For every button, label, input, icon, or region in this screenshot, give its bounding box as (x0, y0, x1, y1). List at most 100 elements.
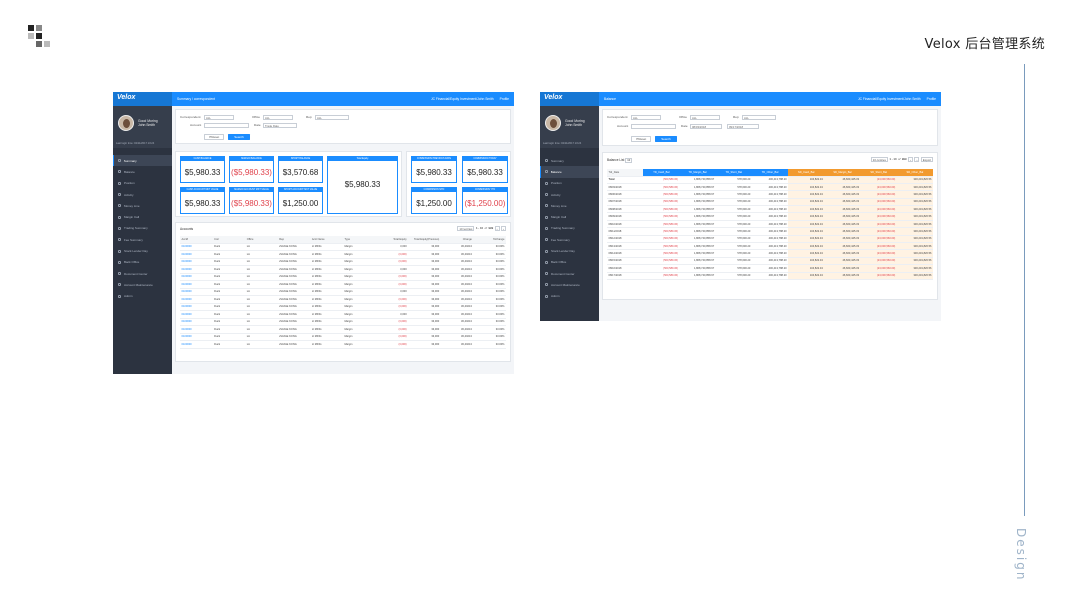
column-header[interactable]: Rep (277, 236, 311, 244)
account-link[interactable]: 0100000 (180, 333, 213, 341)
table-row[interactable]: 0100000 Duck LA ZHUGE KONG LI MING Margin 3,00… (180, 243, 506, 251)
account-link[interactable]: 0100000 (180, 318, 213, 326)
column-header[interactable]: Acct Name (310, 236, 343, 244)
sidebar-item-activity[interactable]: Activity (113, 189, 172, 200)
date-select[interactable]: Trade Date (263, 123, 297, 128)
sidebar-item-balance[interactable]: Balance (540, 166, 599, 178)
prev-page-button[interactable]: ‹ (494, 226, 500, 231)
table-row[interactable]: 0100000 Duck LA ZHUGE KONG LI MING Margin (3,0… (180, 280, 506, 289)
column-header[interactable]: SD_Short_Bal (860, 169, 897, 177)
office-select[interactable]: ALL (263, 115, 293, 120)
table-row[interactable]: 08/07/2018 (560,589.36) 1,868,740,858.97 57… (607, 198, 933, 207)
column-header[interactable]: SD_Cash_Bal (788, 169, 825, 177)
sidebar-item-margin-call[interactable]: Margin Call (113, 211, 172, 222)
table-row[interactable]: 08/10/2018 (560,589.36) 1,868,740,858.97 57… (607, 220, 933, 229)
sidebar-item-money-line[interactable]: Money Line (540, 200, 599, 211)
column-header[interactable]: Office (245, 236, 278, 244)
rep-select[interactable]: ALL (742, 115, 776, 120)
breadcrumb[interactable]: Balance (604, 97, 616, 101)
account-link[interactable]: 0100000 (180, 273, 213, 281)
table-row[interactable]: 08/09/2018 (560,589.36) 1,868,740,858.97 57… (607, 212, 933, 221)
table-row[interactable]: 08/12/2018 (560,589.36) 1,868,740,858.97 57… (607, 235, 933, 244)
column-header[interactable]: Ttd_Date (607, 169, 644, 177)
table-row[interactable]: Total (560,589.36) 1,868,740,858.97 578,600… (607, 176, 933, 184)
table-row[interactable]: 08/17/2018 (560,589.36) 1,868,740,858.97 57… (607, 272, 933, 280)
account-label[interactable]: JC Financial/Equity Investment/John Smit… (858, 97, 921, 101)
sidebar-item-margin-call[interactable]: Margin Call (540, 211, 599, 222)
sidebar-item-activity[interactable]: Activity (540, 189, 599, 200)
column-header[interactable]: Type (342, 236, 376, 244)
office-select[interactable]: ALL (690, 115, 720, 120)
account-link[interactable]: 0100000 (180, 303, 213, 311)
table-row[interactable]: 0100000 Duck LA ZHUGE KONG LI MING Margin 3,00… (180, 288, 506, 296)
account-link[interactable]: 0100000 (180, 340, 213, 349)
profile-menu[interactable]: Profile (927, 97, 936, 101)
account-link[interactable]: 0100000 (180, 280, 213, 289)
avatar[interactable] (118, 115, 134, 131)
next-page-button[interactable]: › (501, 226, 506, 231)
sidebar-item-trading-summary[interactable]: Trading Summary (113, 223, 172, 234)
table-row[interactable]: 0100000 Duck LA ZHUGE KONG LI MING Margin (3,0… (180, 303, 506, 311)
account-link[interactable]: 0100000 (180, 243, 213, 251)
sidebar-item-money-line[interactable]: Money Line (113, 200, 172, 211)
table-row[interactable]: 0100000 Duck LA ZHUGE KONG LI MING Margin (3,0… (180, 258, 506, 266)
table-row[interactable]: 0100000 Duck LA ZHUGE KONG LI MING Margin (3,0… (180, 318, 506, 326)
sidebar-item-admin[interactable]: Admin (113, 291, 172, 302)
column-header[interactable]: TD_Other_Bal (751, 169, 789, 177)
rep-select[interactable]: ALL (315, 115, 349, 120)
sidebar-item-position[interactable]: Position (113, 178, 172, 189)
table-row[interactable]: 08/08/2018 (560,589.36) 1,868,740,858.97 57… (607, 205, 933, 214)
correspondent-select[interactable]: ALL (204, 115, 234, 120)
table-row[interactable]: 0100000 Duck LA ZHUGE KONG LI MING Margin (3,0… (180, 333, 506, 341)
sidebar-item-position[interactable]: Position (540, 178, 599, 189)
avatar[interactable] (545, 115, 561, 131)
sidebar-item-summary[interactable]: Summary (113, 155, 172, 167)
profile-menu[interactable]: Profile (500, 97, 509, 101)
table-row[interactable]: 0100000 Duck LA ZHUGE KONG LI MING Margin 3,00… (180, 265, 506, 274)
sidebar-item-fee-summary[interactable]: Fee Summary (540, 234, 599, 245)
sidebar-item-account-maintenance[interactable]: Account Maintenance (113, 279, 172, 290)
date-to-input[interactable]: 09/17/2018 (727, 124, 759, 129)
correspondent-select[interactable]: ALL (631, 115, 661, 120)
per-page-select[interactable]: 10 /entries (870, 157, 888, 162)
column-header[interactable]: Change (440, 236, 474, 244)
column-header[interactable]: Corr (212, 236, 246, 244)
table-row[interactable]: 08/14/2018 (560,589.36) 1,868,740,858.97 57… (607, 249, 933, 258)
search-button[interactable]: Search (228, 134, 250, 140)
table-row[interactable]: 0100000 Duck LA ZHUGE KONG LI MING Margin (3,0… (180, 340, 506, 349)
breadcrumb[interactable]: Summary / correspondent (177, 97, 215, 101)
column-header[interactable]: %Change (473, 236, 506, 244)
table-row[interactable]: 08/13/2018 (560,589.36) 1,868,740,858.97 57… (607, 242, 933, 251)
sidebar-item-document-center[interactable]: Document Center (540, 268, 599, 279)
table-row[interactable]: 0100000 Duck LA ZHUGE KONG LI MING Margin (3,0… (180, 250, 506, 259)
sidebar-item-admin[interactable]: Admin (540, 291, 599, 302)
reset-button[interactable]: ⟳ Reset (204, 134, 224, 140)
sidebar-item-fee-summary[interactable]: Fee Summary (113, 234, 172, 245)
sidebar-item-back-office[interactable]: Back Office (540, 257, 599, 268)
table-row[interactable]: 08/11/2018 (560,589.36) 1,868,740,858.97 57… (607, 227, 933, 236)
account-link[interactable]: 0100000 (180, 325, 213, 334)
account-link[interactable]: 0100000 (180, 310, 213, 319)
account-link[interactable]: 0100000 (180, 295, 213, 304)
table-row[interactable]: 08/15/2018 (560,589.36) 1,868,740,858.97 57… (607, 257, 933, 266)
account-link[interactable]: 0100000 (180, 265, 213, 274)
next-page-button[interactable]: › (914, 157, 920, 162)
sidebar-item-stock-lender-day[interactable]: Stock Lender Day (540, 245, 599, 256)
account-input[interactable] (204, 123, 249, 128)
column-header[interactable]: Total Equity (375, 236, 409, 244)
sidebar-item-back-office[interactable]: Back Office (113, 257, 172, 268)
sidebar-item-balance[interactable]: Balance (113, 166, 172, 177)
column-header[interactable]: SD_Margin_Bal (824, 169, 861, 177)
per-page-select[interactable]: 10 /entries (457, 226, 475, 231)
account-link[interactable]: 0100000 (180, 250, 213, 259)
sidebar-item-account-maintenance[interactable]: Account Maintenance (540, 279, 599, 290)
account-link[interactable]: 0100000 (180, 288, 213, 296)
sidebar-item-summary[interactable]: Summary (540, 155, 599, 166)
account-input[interactable] (631, 124, 676, 129)
column-header[interactable]: TD_Margin_Bal (679, 169, 716, 177)
account-label[interactable]: JC Financial/Equity Investment/John Smit… (431, 97, 494, 101)
column-header[interactable]: SD_Other_Bal (896, 169, 933, 177)
account-link[interactable]: 0100000 (180, 258, 213, 266)
column-header[interactable]: Acct# (180, 236, 213, 244)
sidebar-item-document-center[interactable]: Document Center (113, 268, 172, 279)
